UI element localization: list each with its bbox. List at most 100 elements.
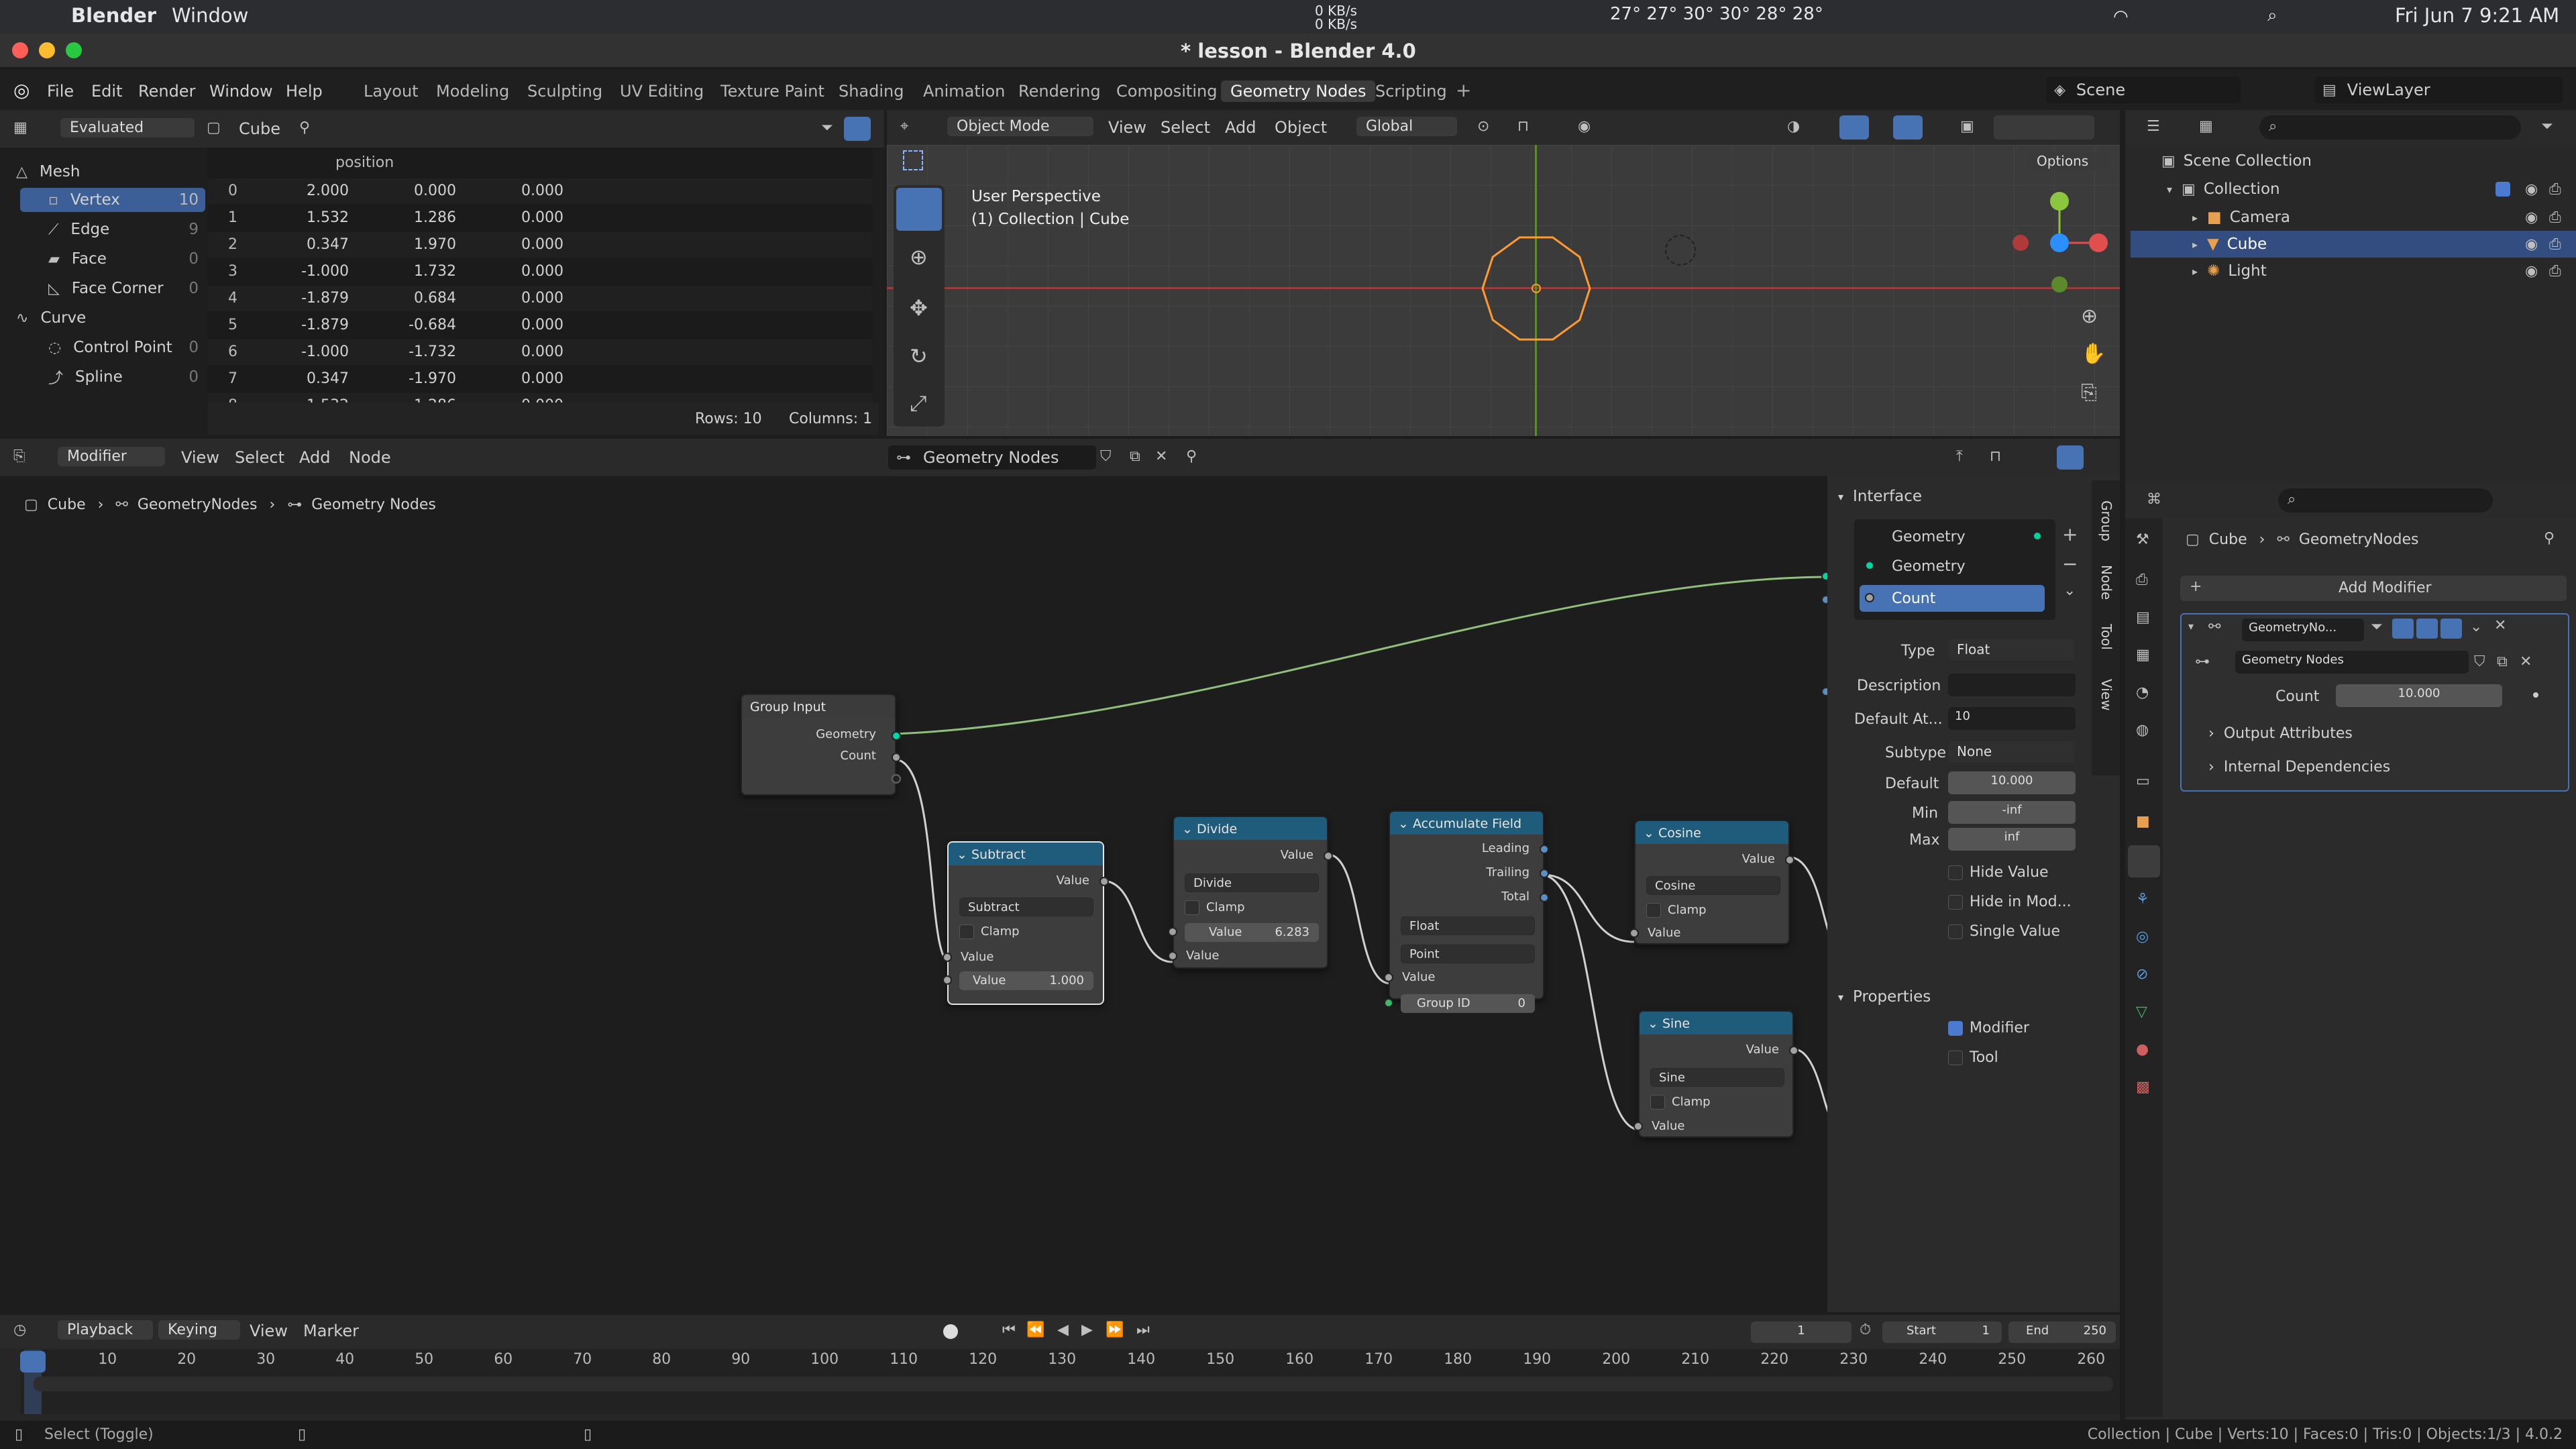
input-socket-value-2[interactable] [1168, 951, 1177, 961]
xray-icon[interactable]: ▣ [1960, 118, 1974, 135]
start-frame-field[interactable]: Start 1 [1882, 1322, 2002, 1343]
physics-tab-icon[interactable]: ◎ [2136, 928, 2149, 945]
scene-tab-icon[interactable]: ◔ [2136, 684, 2149, 701]
input-socket-value[interactable] [1168, 927, 1177, 936]
editor-type-icon[interactable]: ⌘ [2147, 491, 2161, 508]
column-header-position[interactable]: position [335, 154, 394, 171]
particles-tab-icon[interactable]: ⚘ [2136, 891, 2149, 908]
modifier-option[interactable]: Modifier [1948, 1020, 2029, 1036]
properties-search-input[interactable]: ⌕ [2278, 488, 2493, 513]
select-tool-icon[interactable] [896, 188, 942, 231]
prev-keyframe-icon[interactable]: ⏪ [1026, 1322, 1044, 1338]
filter-toggle-icon[interactable] [844, 117, 871, 141]
node-header[interactable]: ⌄ Accumulate Field [1390, 812, 1543, 835]
clamp-checkbox[interactable] [1646, 903, 1661, 918]
modifier-tab-icon[interactable] [2128, 845, 2160, 877]
rotate-tool-icon[interactable]: ↻ [910, 343, 928, 369]
outliner-item-camera[interactable]: ▸ ■ Camera ◉ ⎙ [2192, 204, 2567, 231]
clamp-row[interactable]: Clamp [1635, 903, 1788, 920]
tab-animation[interactable]: Animation [914, 80, 1014, 102]
constraints-tab-icon[interactable]: ⊘ [2136, 966, 2148, 983]
output-socket-total[interactable] [1540, 893, 1549, 902]
min-value-field[interactable]: -inf [1948, 801, 2076, 824]
count-value-field[interactable]: 10.000 [2336, 684, 2502, 707]
texture-tab-icon[interactable]: ▩ [2136, 1079, 2150, 1095]
outliner-item-cube[interactable]: ▸ ▼ Cube ◉ ⎙ [2131, 231, 2576, 258]
menu-help[interactable]: Help [286, 82, 323, 101]
minimize-window-button[interactable] [39, 42, 55, 58]
shading-modes[interactable] [1994, 115, 2094, 140]
menu-view[interactable]: View [250, 1322, 288, 1340]
stopwatch-icon[interactable]: ⏱ [1860, 1322, 1871, 1338]
default-attribute-input[interactable]: 10 [1948, 707, 2076, 730]
tool-tab-icon[interactable]: ⚒ [2136, 531, 2149, 548]
output-socket-value[interactable] [1785, 855, 1794, 865]
node-sine[interactable]: ⌄ Sine Value Sine Clamp Value [1633, 1010, 1799, 1138]
single-value-option[interactable]: Single Value [1948, 923, 2060, 940]
value-field[interactable]: Value 6.283 [1185, 923, 1319, 942]
clamp-row[interactable]: Clamp [949, 924, 1103, 942]
menu-window[interactable]: Window [209, 82, 273, 101]
disclosure-icon[interactable]: ▾ [2188, 620, 2194, 633]
cage-toggle-icon[interactable] [2392, 619, 2414, 639]
pan-hand-icon[interactable]: ✋ [2081, 342, 2106, 366]
gizmo-toggle-icon[interactable] [1839, 115, 1869, 140]
operation-dropdown[interactable]: Sine [1650, 1068, 1784, 1087]
keying-menu[interactable]: Keying [158, 1320, 240, 1340]
single-value-checkbox[interactable] [1948, 924, 1963, 939]
node-cosine[interactable]: ⌄ Cosine Value Cosine Clamp Value [1629, 820, 1794, 945]
jump-end-icon[interactable]: ⏭ [1136, 1322, 1150, 1338]
move-tool-icon[interactable]: ✥ [910, 295, 928, 321]
overlay-toggle-icon[interactable] [2057, 445, 2084, 470]
output-attributes-subpanel[interactable]: › Output Attributes [2208, 722, 2353, 745]
operation-dropdown[interactable]: Cosine [1646, 876, 1780, 895]
tab-geometry-nodes[interactable]: Geometry Nodes [1221, 80, 1376, 102]
camera-view-icon[interactable]: ⎘ [2081, 381, 2097, 405]
tab-scripting[interactable]: Scripting [1366, 80, 1456, 102]
node-header[interactable]: ⌄ Subtract [949, 843, 1103, 865]
evaluation-mode-dropdown[interactable]: Evaluated [60, 118, 195, 138]
input-socket-value[interactable] [1384, 973, 1393, 982]
filter-icon[interactable]: ⏷ [2541, 118, 2553, 135]
snap-icon[interactable]: ⊓ [1990, 448, 2001, 465]
output-socket-count[interactable] [892, 753, 901, 762]
timeline-scrollbar[interactable] [34, 1377, 2113, 1391]
tree-vertex[interactable]: ▫ Vertex 10 [20, 188, 205, 212]
navigation-gizmo[interactable] [2000, 184, 2114, 305]
max-value-field[interactable]: inf [1948, 828, 2076, 851]
edit-mode-toggle-icon[interactable]: ⏷ [2371, 619, 2383, 635]
tree-spline[interactable]: ⤴ Spline 0 [20, 365, 205, 389]
view-layer-tab-icon[interactable]: ▦ [2136, 647, 2150, 663]
tab-rendering[interactable]: Rendering [1009, 80, 1110, 102]
description-input[interactable] [1948, 674, 2076, 696]
tab-tool[interactable]: Tool [2098, 624, 2114, 650]
socket-item-count[interactable]: Count [1860, 585, 2045, 612]
proportional-edit-icon[interactable]: ◉ [1578, 118, 1591, 135]
snap-icon[interactable]: ⊓ [1517, 118, 1529, 135]
unlink-icon[interactable]: ✕ [2520, 653, 2532, 670]
editor-type-icon[interactable]: ☰ [2147, 118, 2160, 135]
tab-node[interactable]: Node [2098, 565, 2114, 600]
modifier-checkbox[interactable] [1948, 1021, 1963, 1036]
close-icon[interactable]: ✕ [2494, 617, 2506, 634]
domain-dropdown[interactable]: Point [1401, 945, 1535, 963]
wifi-icon[interactable]: ◠ [2113, 7, 2129, 27]
node-header[interactable]: ⌄ Sine [1640, 1012, 1792, 1034]
node-subtract[interactable]: ⌄ Subtract Value Subtract Clamp Value Va… [943, 841, 1109, 1005]
tab-modeling[interactable]: Modeling [427, 80, 519, 102]
data-tab-icon[interactable]: ▽ [2136, 1004, 2147, 1020]
scale-tool-icon[interactable]: ⤢ [910, 390, 927, 417]
operation-dropdown[interactable]: Divide [1185, 873, 1319, 892]
close-window-button[interactable] [12, 42, 28, 58]
tree-mesh[interactable]: △ Mesh [16, 160, 197, 184]
add-modifier-button[interactable]: + Add Modifier [2180, 576, 2567, 601]
filter-icon[interactable]: ⏷ [821, 119, 833, 136]
input-socket-value[interactable] [1629, 928, 1639, 938]
output-socket-value[interactable] [1099, 877, 1109, 886]
camera-render-icon[interactable]: ⎙ [2549, 236, 2561, 253]
interface-panel-header[interactable]: ▾ Interface [1838, 482, 1922, 511]
node-group-input[interactable]: Group Input Geometry Count [741, 694, 901, 796]
add-workspace-icon[interactable]: + [1456, 79, 1471, 101]
socket-item-geometry-input[interactable]: Geometry [1892, 558, 1966, 575]
editor-type-icon[interactable]: ◷ [13, 1322, 26, 1338]
